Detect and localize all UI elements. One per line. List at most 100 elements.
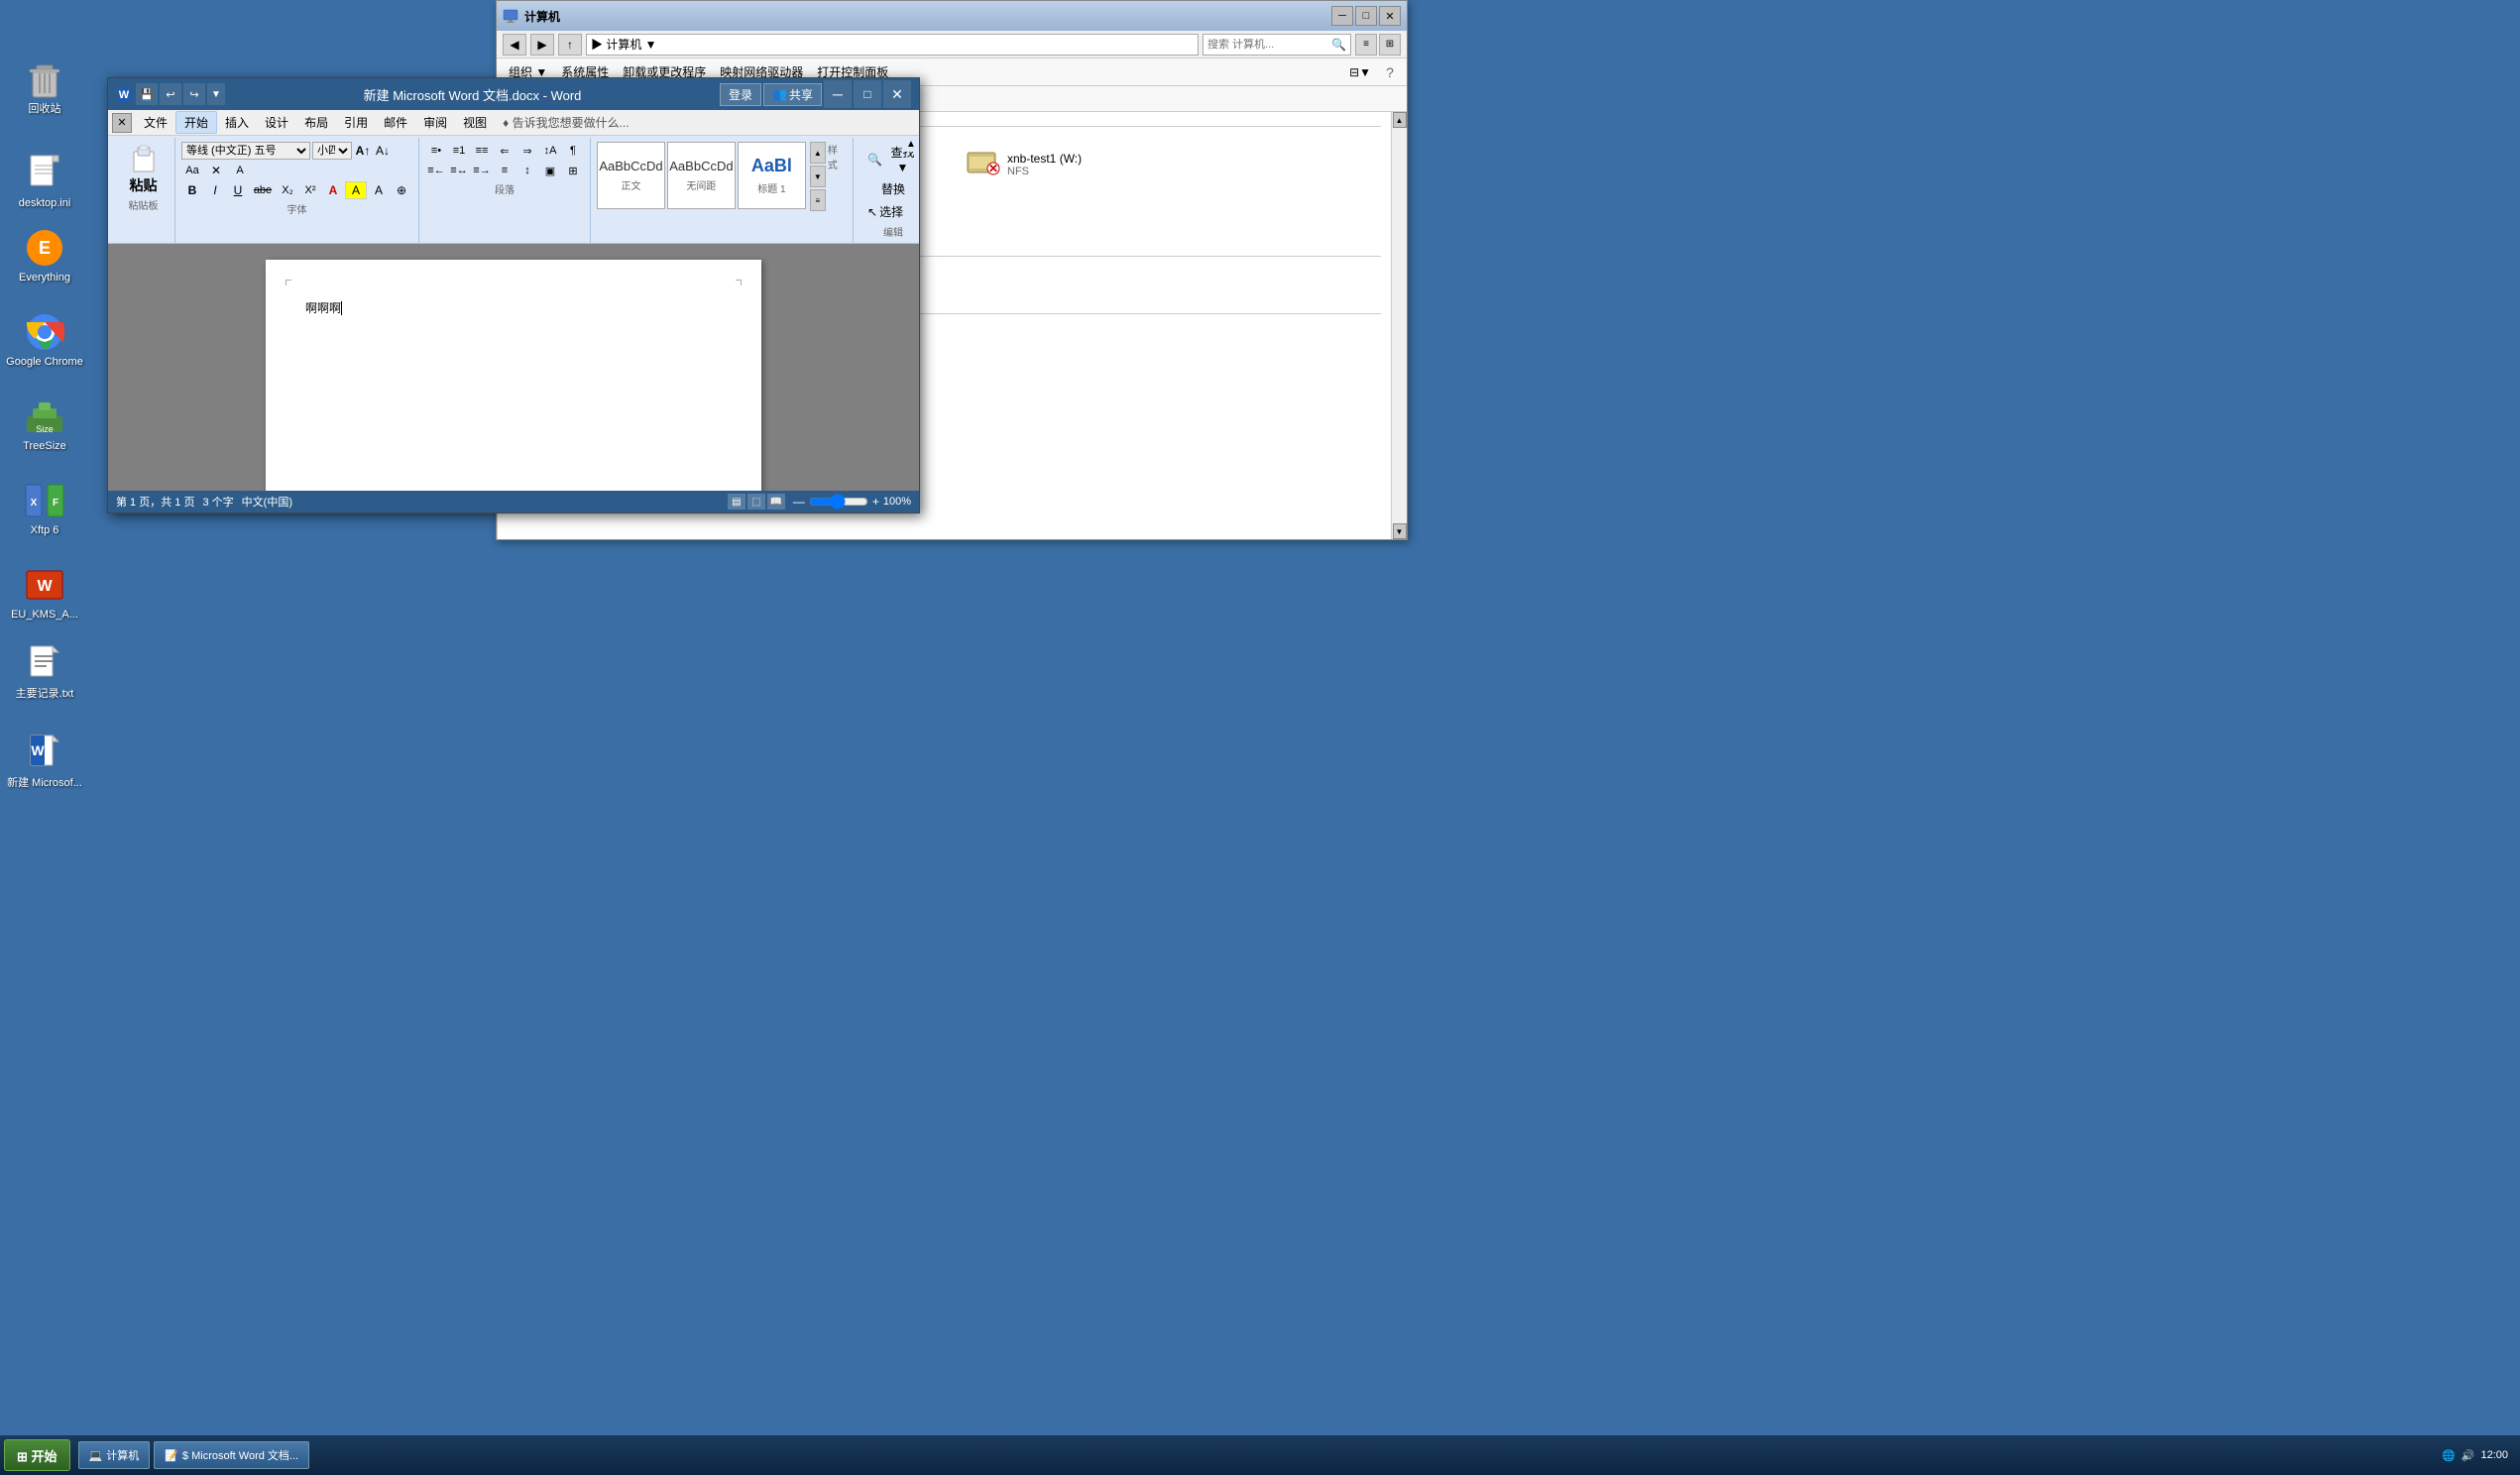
taskbar-item-word[interactable]: 📝 $ Microsoft Word 文档... [154,1441,309,1469]
menu-home[interactable]: 开始 [175,111,217,134]
font-case-btn[interactable]: Aa [181,162,203,179]
subscript-btn[interactable]: X₂ [277,181,298,199]
start-button[interactable]: ⊞ 开始 [4,1439,70,1471]
zoom-in-btn[interactable]: + [872,495,879,509]
bold-btn[interactable]: B [181,181,203,199]
line-spacing-btn[interactable]: ↕ [516,162,538,179]
font-size-select[interactable]: 小四 五号 [312,142,352,160]
align-left-btn[interactable]: ≡← [425,162,447,179]
desktop-icon-xftp[interactable]: X F Xftp 6 [5,481,84,537]
menu-view[interactable]: 视图 [455,112,495,133]
word-close-doc-btn[interactable]: ✕ [112,113,132,133]
font-name-select[interactable]: 等线 (中文正) 五号 [181,142,310,160]
computer-close-btn[interactable]: ✕ [1379,6,1401,26]
read-view-btn[interactable]: 📖 [767,494,785,510]
drive-xnb-test1[interactable]: ✕ xnb-test1 (W:) NFS [964,147,1162,182]
justify-btn[interactable]: ≡ [494,162,515,179]
underline-btn[interactable]: U [227,181,249,199]
forward-btn[interactable]: ▶ [530,34,554,56]
word-close-btn[interactable]: ✕ [883,80,911,108]
num-list-btn[interactable]: ≡1 [448,142,470,160]
taskbar-item-computer[interactable]: 💻 计算机 [78,1441,151,1469]
web-view-btn[interactable]: ⬚ [747,494,765,510]
italic-btn[interactable]: I [204,181,226,199]
font-clear-btn[interactable]: ✕ [205,162,227,179]
scroll-down-btn[interactable]: ▼ [1393,523,1407,539]
word-login-btn[interactable]: 登录 [720,83,761,106]
desktop-icon-word2[interactable]: W 新建 Microsof... [5,734,84,790]
indent-decrease-btn[interactable]: ⇐ [494,142,515,160]
word-maximize-btn[interactable]: □ [854,80,881,108]
superscript-btn[interactable]: X² [299,181,321,199]
strikethrough-btn[interactable]: abe [250,181,276,199]
shading-btn[interactable]: A [368,181,390,199]
menu-help[interactable]: ♦ 告诉我您想要做什么... [495,112,636,133]
right-scrollbar[interactable]: ▲ ▼ [1391,112,1407,539]
up-btn[interactable]: ↑ [558,34,582,56]
zoom-slider[interactable] [809,496,868,508]
word-share-btn[interactable]: 👥 共享 [763,83,822,106]
menu-insert[interactable]: 插入 [217,112,257,133]
desktop-icon-chrome[interactable]: Google Chrome [5,312,84,369]
style-nospace[interactable]: AaBbCcDd 无间距 [667,142,736,209]
view-icon-btn[interactable]: ⊞ [1379,34,1401,56]
effects-btn[interactable]: ⊕ [391,181,412,199]
menu-mailing[interactable]: 邮件 [376,112,415,133]
desktop-icon-txt[interactable]: 主要记录.txt [5,644,84,701]
view-mode-btn[interactable]: ⊟▼ [1343,63,1377,81]
font-increase-btn[interactable]: A↑ [354,142,372,160]
computer-minimize-btn[interactable]: ─ [1331,6,1353,26]
word-save-btn[interactable]: 💾 [136,83,158,105]
txt-file-icon [25,644,64,684]
menu-references[interactable]: 引用 [336,112,376,133]
styles-up-btn[interactable]: ▲ [810,142,826,164]
multi-list-btn[interactable]: ≡≡ [471,142,493,160]
menu-review[interactable]: 审阅 [415,112,455,133]
word-document-area[interactable]: 啊啊啊 [108,244,919,491]
align-center-btn[interactable]: ≡↔ [448,162,470,179]
styles-scroll[interactable]: ▲ ▼ ≡ [810,142,826,211]
search-input[interactable] [1203,39,1327,51]
search-box[interactable]: 🔍 [1203,34,1351,56]
desktop-icon-ini[interactable]: desktop.ini [5,154,84,210]
indent-increase-btn[interactable]: ⇒ [516,142,538,160]
menu-file[interactable]: 文件 [136,112,175,133]
print-view-btn[interactable]: ▤ [728,494,745,510]
document-text-cursor[interactable]: 啊啊啊 [305,299,722,319]
desktop-icon-recycle[interactable]: 回收站 [5,59,84,116]
ribbon-collapse-btn[interactable]: ▲ [903,136,919,152]
style-normal[interactable]: AaBbCcDd 正文 [597,142,665,209]
zoom-out-btn[interactable]: — [793,495,805,509]
bullet-list-btn[interactable]: ≡• [425,142,447,160]
word-undo-btn[interactable]: ↩ [160,83,181,105]
styles-down-btn[interactable]: ▼ [810,166,826,187]
border-btn[interactable]: ⊞ [562,162,584,179]
word-redo-btn[interactable]: ↪ [183,83,205,105]
style-heading1[interactable]: AaBl 标题 1 [738,142,806,209]
menu-design[interactable]: 设计 [257,112,296,133]
menu-layout[interactable]: 布局 [296,112,336,133]
font-decrease-btn[interactable]: A↓ [374,142,392,160]
view-list-btn[interactable]: ≡ [1355,34,1377,56]
help-btn[interactable]: ? [1379,61,1401,83]
shading-para-btn[interactable]: ▣ [539,162,561,179]
word-custom-btn[interactable]: ▼ [207,83,225,105]
replace-btn[interactable]: 替换 [859,178,927,199]
align-right-btn[interactable]: ≡→ [471,162,493,179]
font-color-btn[interactable]: A [322,181,344,199]
sort-btn[interactable]: ↕A [539,142,561,160]
show-marks-btn[interactable]: ¶ [562,142,584,160]
word-minimize-btn[interactable]: ─ [824,80,852,108]
styles-expand-btn[interactable]: ≡ [810,189,826,211]
desktop-icon-eukms[interactable]: W EU_KMS_A... [5,565,84,622]
scroll-up-btn[interactable]: ▲ [1393,112,1407,128]
computer-maximize-btn[interactable]: □ [1355,6,1377,26]
paste-btn-area[interactable]: 粘贴 [128,142,160,195]
font-phonetic-btn[interactable]: A [229,162,251,179]
desktop-icon-everything[interactable]: E Everything [5,228,84,284]
select-btn[interactable]: ↖选择 [859,201,927,222]
desktop-icon-treesize[interactable]: Size TreeSize [5,397,84,453]
back-btn[interactable]: ◀ [503,34,526,56]
highlight-btn[interactable]: A [345,181,367,199]
nav-path-box[interactable]: ▶ 计算机 ▼ [586,34,1199,56]
